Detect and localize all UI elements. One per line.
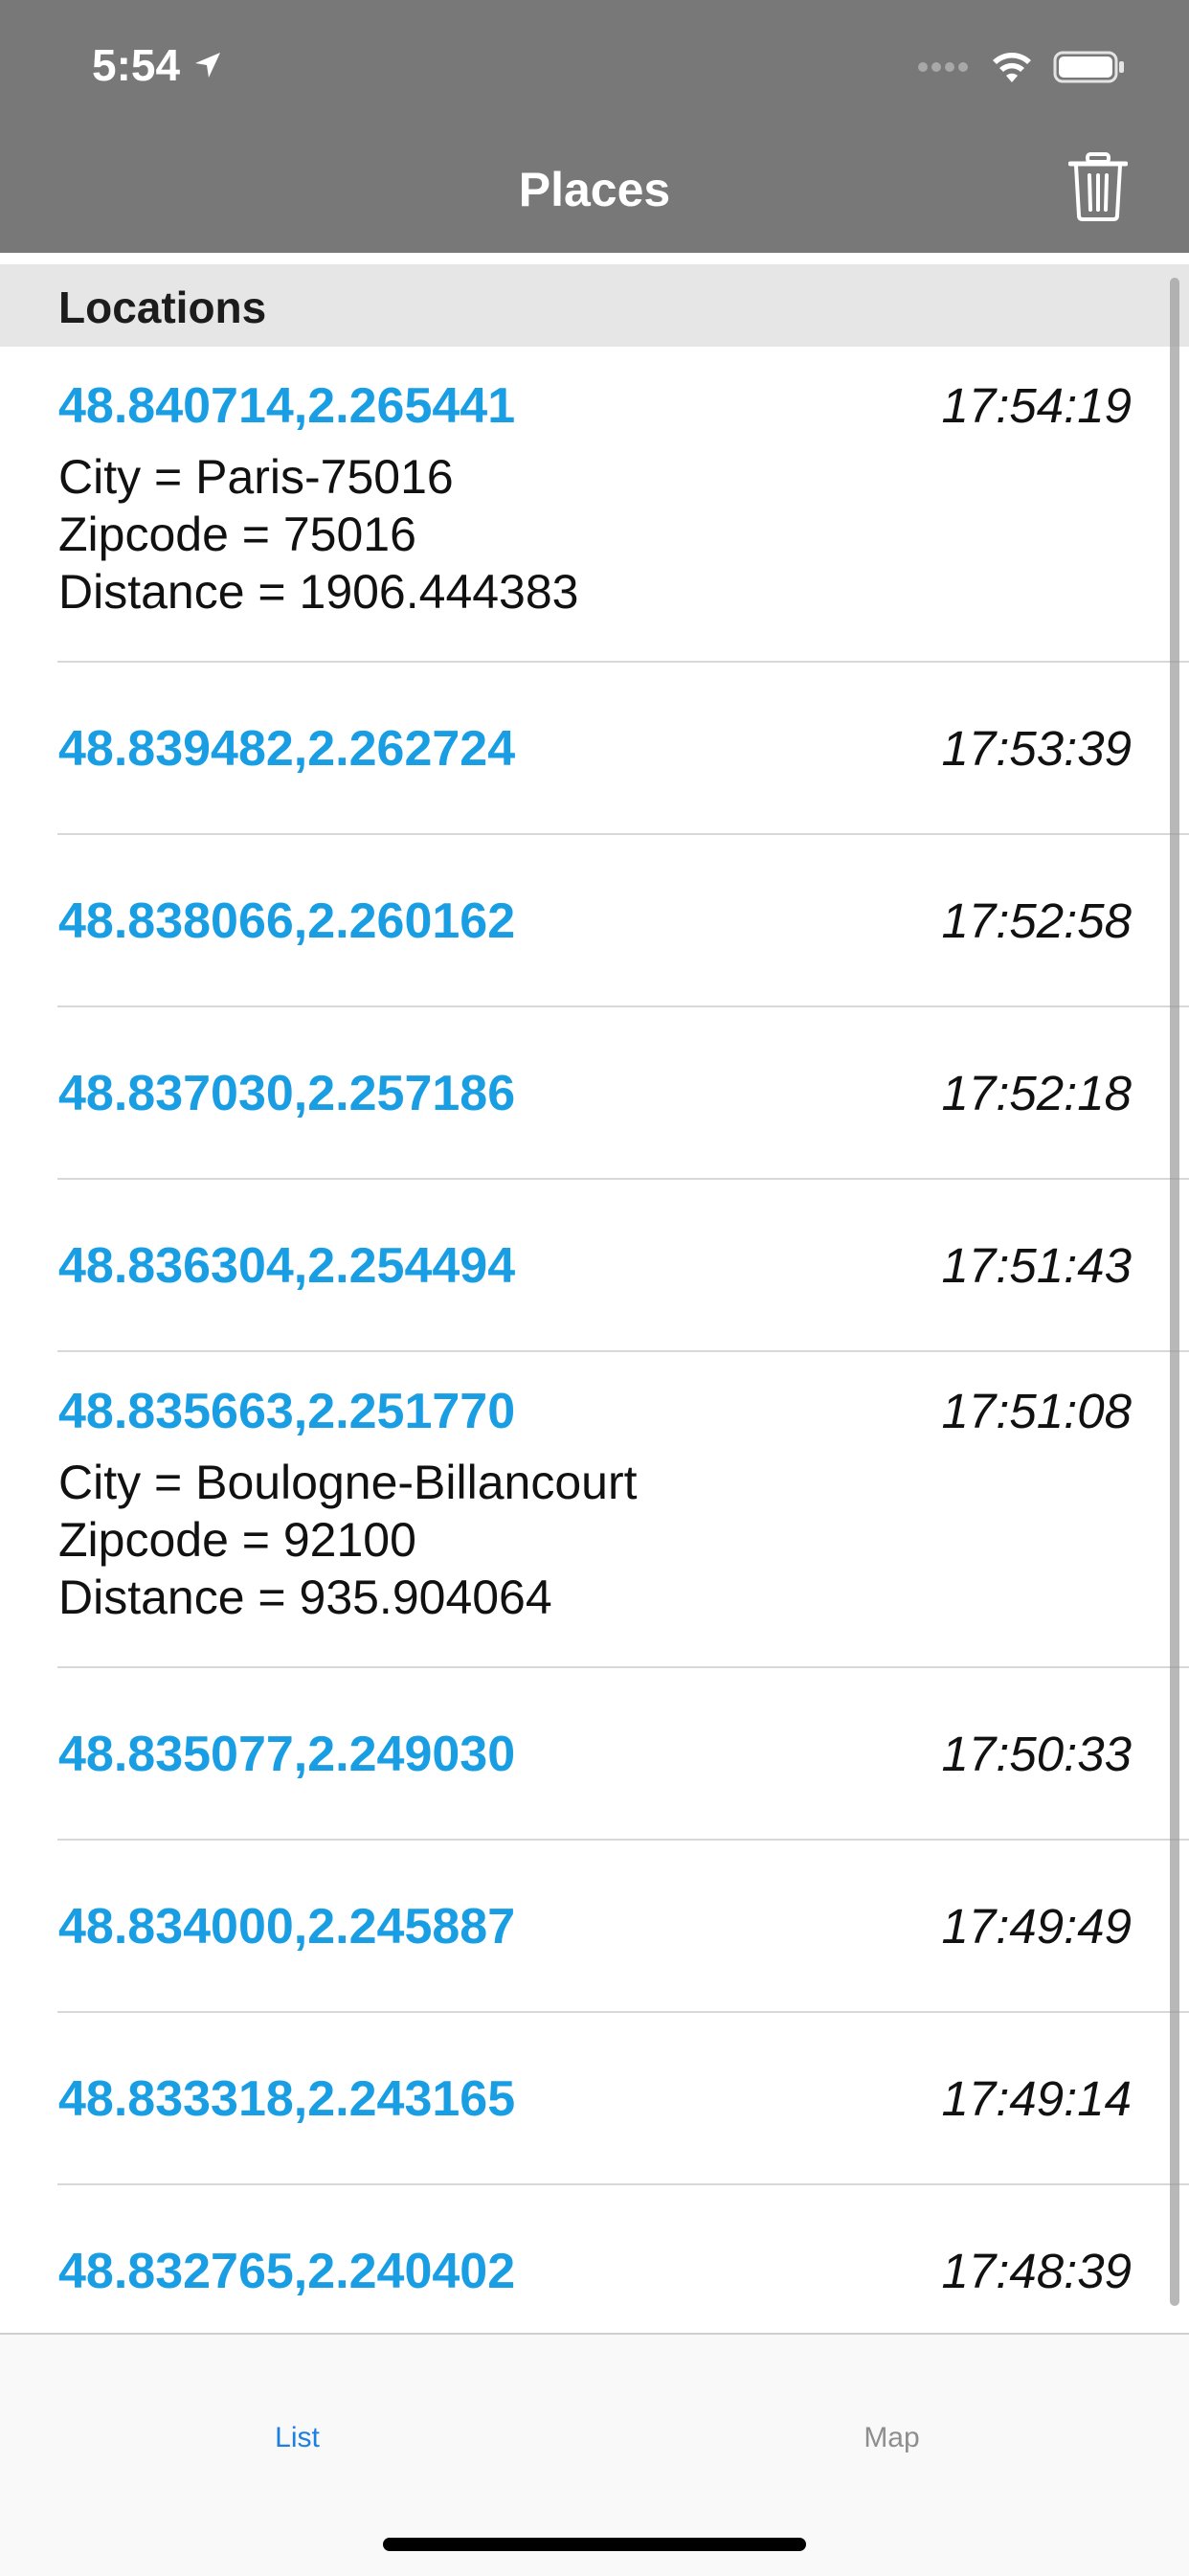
location-time: 17:49:14 — [941, 2071, 1132, 2126]
location-coordinates: 48.833318,2.243165 — [58, 2071, 516, 2127]
navigation-bar: 5:54 Places — [0, 0, 1189, 253]
location-distance: Distance = 935.904064 — [58, 1570, 552, 1624]
scroll-indicator[interactable] — [1170, 278, 1179, 2306]
location-coordinates: 48.840714,2.265441 — [58, 378, 516, 434]
location-coordinates: 48.837030,2.257186 — [58, 1066, 516, 1121]
location-coordinates: 48.836304,2.254494 — [58, 1238, 516, 1294]
signal-dots-icon — [918, 62, 968, 72]
location-time: 17:52:58 — [941, 893, 1132, 948]
location-time: 17:51:08 — [941, 1384, 1132, 1438]
location-row[interactable]: 48.835077,2.249030 17:50:33 — [0, 1668, 1189, 1841]
location-details: City = Paris-75016 Zipcode = 75016 Dista… — [58, 448, 578, 621]
delete-all-button[interactable] — [1065, 151, 1132, 222]
location-time: 17:50:33 — [941, 1727, 1132, 1781]
location-row[interactable]: 48.838066,2.260162 17:52:58 — [0, 835, 1189, 1007]
location-coordinates: 48.835663,2.251770 — [58, 1384, 516, 1439]
location-coordinates: 48.835077,2.249030 — [58, 1727, 516, 1782]
location-city: City = Boulogne-Billancourt — [58, 1456, 638, 1509]
location-coordinates: 48.839482,2.262724 — [58, 721, 516, 777]
location-row[interactable]: 48.836304,2.254494 17:51:43 — [0, 1180, 1189, 1352]
trash-icon — [1068, 152, 1128, 221]
location-coordinates: 48.832765,2.240402 — [58, 2244, 516, 2299]
location-row[interactable]: 48.832765,2.240402 17:48:39 — [0, 2185, 1189, 2333]
location-zipcode: Zipcode = 75016 — [58, 508, 416, 561]
status-bar-icons — [917, 42, 1126, 92]
battery-icon — [1053, 51, 1124, 83]
location-row[interactable]: 48.840714,2.265441 17:54:19 City = Paris… — [0, 347, 1189, 663]
location-arrow-icon — [195, 53, 221, 78]
tab-list[interactable]: List — [0, 2419, 594, 2457]
wifi-icon — [993, 53, 1031, 82]
location-time: 17:49:49 — [941, 1899, 1132, 1954]
status-bar-time-group: 5:54 — [92, 38, 222, 92]
tab-map[interactable]: Map — [594, 2419, 1189, 2457]
location-row[interactable]: 48.833318,2.243165 17:49:14 — [0, 2013, 1189, 2185]
home-indicator[interactable] — [383, 2538, 806, 2551]
location-row[interactable]: 48.837030,2.257186 17:52:18 — [0, 1007, 1189, 1180]
locations-list[interactable]: 48.840714,2.265441 17:54:19 City = Paris… — [0, 347, 1189, 2333]
header-separator — [0, 253, 1189, 264]
location-time: 17:53:39 — [941, 721, 1132, 776]
location-distance: Distance = 1906.444383 — [58, 565, 579, 619]
location-zipcode: Zipcode = 92100 — [58, 1513, 416, 1567]
location-row[interactable]: 48.834000,2.245887 17:49:49 — [0, 1841, 1189, 2013]
location-details: City = Boulogne-Billancourt Zipcode = 92… — [58, 1454, 638, 1626]
location-time: 17:52:18 — [941, 1066, 1132, 1120]
page-title: Places — [518, 163, 671, 216]
location-coordinates: 48.838066,2.260162 — [58, 893, 516, 949]
section-title: Locations — [58, 282, 267, 332]
status-time: 5:54 — [92, 40, 181, 90]
location-coordinates: 48.834000,2.245887 — [58, 1899, 516, 1955]
location-row[interactable]: 48.839482,2.262724 17:53:39 — [0, 663, 1189, 835]
location-city: City = Paris-75016 — [58, 450, 454, 504]
section-header: Locations — [0, 264, 1189, 347]
location-row[interactable]: 48.835663,2.251770 17:51:08 City = Boulo… — [0, 1352, 1189, 1668]
location-time: 17:51:43 — [941, 1238, 1132, 1293]
location-time: 17:54:19 — [941, 378, 1132, 433]
location-time: 17:48:39 — [941, 2244, 1132, 2298]
